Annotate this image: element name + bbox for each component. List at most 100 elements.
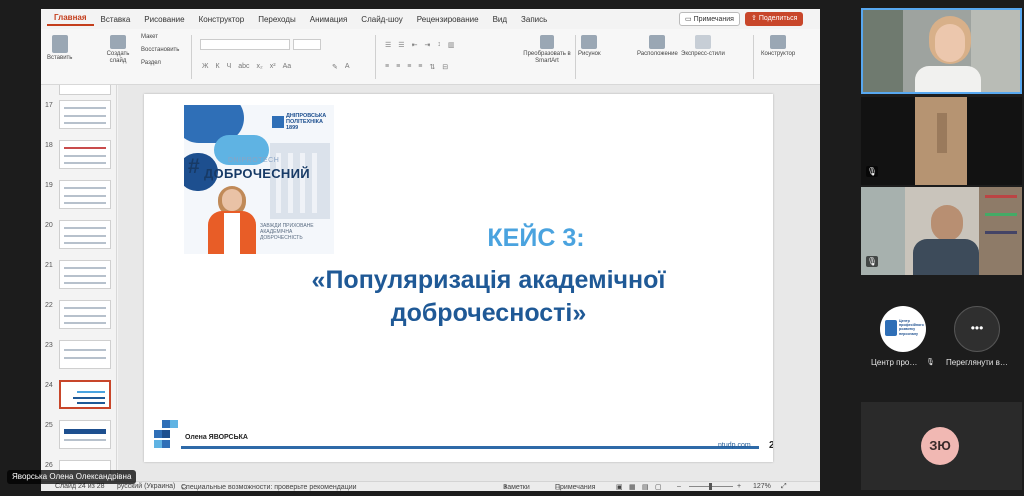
convert-smartart-button[interactable]: Преобразовать в SmartArt — [519, 35, 575, 65]
designer-button[interactable]: Конструктор — [761, 35, 795, 57]
slide-thumbnail[interactable] — [59, 140, 111, 169]
font-family-select[interactable] — [200, 39, 290, 50]
reading-view-icon[interactable]: ▤ — [642, 483, 649, 491]
comments-button[interactable]: ▭ Примечания — [679, 12, 740, 26]
self-video-tile[interactable]: ЗЮ — [861, 402, 1022, 490]
promo-word: ДОБРОЧЕСНИЙ — [204, 166, 310, 181]
subscript-icon[interactable]: x₂ — [257, 63, 263, 70]
share-label: Поделиться — [758, 15, 798, 22]
tab-animations[interactable]: Анимация — [303, 15, 355, 24]
slide-thumbnail[interactable] — [59, 180, 111, 209]
slide-number: 20 — [45, 222, 53, 229]
indent-more-icon[interactable]: ⇥ — [424, 41, 430, 49]
slide-number: 17 — [45, 102, 53, 109]
new-slide-button[interactable]: Создать слайд — [103, 35, 133, 65]
share-button[interactable]: ⇪ Поделиться — [745, 12, 804, 26]
justify-icon[interactable]: ≡ — [418, 63, 422, 71]
case-subtitle[interactable]: «Популяризація академічної доброчесності… — [144, 264, 773, 330]
more-options-button[interactable]: ••• — [954, 306, 1000, 352]
tab-home[interactable]: Главная — [47, 13, 94, 26]
participant-video-2[interactable]: 🎙 — [861, 97, 1022, 185]
superscript-icon[interactable]: x² — [270, 63, 276, 70]
slide-thumbnail[interactable] — [59, 260, 111, 289]
zoom-slider-thumb[interactable] — [709, 483, 712, 490]
comment-icon: ▭ — [685, 16, 694, 23]
quick-styles-icon — [694, 35, 711, 49]
paragraph-row-1: ☰ ☰ ⇤ ⇥ ↕ ▥ — [385, 41, 454, 49]
slide-number: 22 — [45, 302, 53, 309]
paste-button[interactable]: Вставить — [47, 35, 72, 61]
bold-icon[interactable]: Ж — [202, 63, 208, 70]
reset-label: Восстановить — [141, 47, 180, 53]
ribbon-toolbar: Вставить Создать слайд Макет Восстановит… — [41, 29, 820, 85]
strike-icon[interactable]: abc — [238, 63, 249, 70]
italic-icon[interactable]: К — [215, 63, 219, 70]
zoom-out-icon[interactable]: – — [677, 483, 681, 490]
zoom-level[interactable]: 127% — [753, 483, 771, 490]
slide-editor[interactable]: ДНІПРОВСЬКА ПОЛІТЕХНІКА 1899 # DNIPROTEC… — [118, 85, 820, 481]
slide-page-number: 24 — [769, 440, 773, 451]
university-logo-text: ДНІПРОВСЬКА ПОЛІТЕХНІКА 1899 — [286, 113, 327, 131]
slide-thumbnail[interactable] — [59, 420, 111, 449]
participant-video-speaker[interactable] — [861, 8, 1022, 94]
normal-view-icon[interactable]: ▣ — [616, 483, 623, 491]
slide-number: 24 — [45, 382, 53, 389]
columns-icon[interactable]: ▥ — [448, 41, 455, 49]
center-logo-icon — [885, 320, 897, 336]
paragraph-row-2: ≡ ≡ ≡ ≡ ⇅ ⊟ — [385, 63, 448, 71]
quick-styles-label: Экспресс-стили — [681, 51, 725, 57]
muted-mic-icon: 🎙 — [866, 256, 878, 267]
tab-slideshow[interactable]: Слайд-шоу — [354, 15, 409, 24]
slide-thumbnail-pane: 17 18 19 20 21 22 23 24 25 26 — [41, 85, 117, 481]
align-left-icon[interactable]: ≡ — [385, 63, 389, 71]
underline-icon[interactable]: Ч — [227, 63, 232, 70]
slide-thumbnail-selected[interactable] — [59, 380, 111, 409]
highlight-icon[interactable]: ✎ — [332, 63, 338, 71]
layout-label: Макет — [141, 34, 158, 40]
case-title[interactable]: КЕЙС 3: — [144, 224, 773, 253]
tab-insert[interactable]: Вставка — [94, 15, 138, 24]
slide-number: 19 — [45, 182, 53, 189]
quick-styles-button[interactable]: Экспресс-стили — [681, 35, 725, 57]
ribbon-divider — [575, 35, 576, 79]
case-subtitle-line-2: доброчесності» — [390, 299, 587, 327]
participant-video-3[interactable]: 🎙 — [861, 187, 1022, 275]
bullets-icon[interactable]: ☰ — [385, 41, 391, 49]
slide-thumbnail[interactable] — [59, 220, 111, 249]
slide-number: 25 — [45, 422, 53, 429]
layout-button[interactable]: Макет — [141, 34, 158, 40]
case-icon[interactable]: Aa — [283, 63, 292, 70]
font-size-select[interactable] — [293, 39, 321, 50]
line-spacing-icon[interactable]: ↕ — [437, 41, 441, 49]
align-right-icon[interactable]: ≡ — [407, 63, 411, 71]
tab-design[interactable]: Конструктор — [192, 15, 252, 24]
fit-slide-icon[interactable]: ⤢ — [781, 483, 787, 491]
slide-thumbnail[interactable] — [59, 100, 111, 129]
arrange-button[interactable]: Расположение — [637, 35, 678, 57]
font-color-icon[interactable]: A — [345, 63, 350, 71]
picture-button[interactable]: Рисунок — [578, 35, 601, 57]
tab-draw[interactable]: Рисование — [137, 15, 191, 24]
align-text-icon[interactable]: ⊟ — [442, 63, 448, 71]
align-center-icon[interactable]: ≡ — [396, 63, 400, 71]
promo-small-text: DNIPROTECH — [228, 157, 280, 164]
slide-thumbnail[interactable] — [59, 340, 111, 369]
slide-number: 23 — [45, 342, 53, 349]
tab-transitions[interactable]: Переходы — [251, 15, 303, 24]
tab-view[interactable]: Вид — [486, 15, 514, 24]
reset-button[interactable]: Восстановить — [141, 47, 179, 53]
text-direction-icon[interactable]: ⇅ — [429, 63, 435, 71]
slide-thumbnail[interactable] — [59, 85, 111, 95]
slide-thumbnail[interactable] — [59, 300, 111, 329]
sorter-view-icon[interactable]: ▦ — [629, 483, 636, 491]
language-status[interactable]: русский (Украина) — [117, 483, 175, 490]
slideshow-view-icon[interactable]: ▢ — [655, 483, 662, 491]
current-slide[interactable]: ДНІПРОВСЬКА ПОЛІТЕХНІКА 1899 # DNIPROTEC… — [144, 94, 773, 462]
numbering-icon[interactable]: ☰ — [398, 41, 404, 49]
tab-record[interactable]: Запись — [514, 15, 554, 24]
center-avatar[interactable]: Центр професійного розвитку персоналу — [880, 306, 926, 352]
section-button[interactable]: Раздел — [141, 60, 161, 66]
zoom-in-icon[interactable]: + — [737, 483, 741, 490]
indent-less-icon[interactable]: ⇤ — [412, 41, 418, 49]
tab-review[interactable]: Рецензирование — [410, 15, 486, 24]
